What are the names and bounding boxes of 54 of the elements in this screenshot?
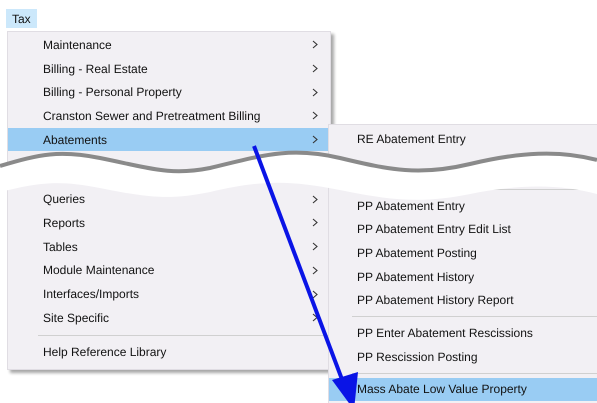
menu-item-label: Help Reference Library <box>43 345 168 360</box>
chevron-right-icon <box>312 111 318 120</box>
chevron-right-icon <box>312 88 318 97</box>
menu-item-label: Module Maintenance <box>43 263 156 278</box>
menu-item[interactable]: Billing - Real Estate <box>8 56 330 80</box>
menu-item-label: RE Abatement Entry <box>357 132 467 146</box>
menu-item-label: Billing - Personal Property <box>43 85 183 100</box>
chevron-right-icon <box>312 194 318 204</box>
menu-item-label: Cranston Sewer and Pretreatment Billing <box>43 108 262 123</box>
menu-item-label: PP Abatement History <box>357 270 476 284</box>
menu-item-label: Abatements <box>43 132 108 147</box>
menu-item-label: PP Rescission Posting <box>357 350 479 364</box>
menu-bar-item[interactable]: Tax <box>6 9 37 28</box>
menu-item-label: Queries <box>43 192 86 206</box>
chevron-right-icon <box>312 40 318 50</box>
menu-item-label: Mass Abate Low Value Property <box>357 382 528 396</box>
chevron-right-icon <box>312 290 318 299</box>
menu-item[interactable]: RE Abatement Entry <box>329 127 597 151</box>
chevron-right-icon <box>312 242 318 252</box>
menu-item[interactable]: Tables <box>8 234 330 258</box>
menu-item-label: PP Abatement Entry Edit List <box>357 222 512 236</box>
menu-item[interactable]: Module Maintenance <box>8 258 330 282</box>
chevron-right-icon <box>312 64 318 74</box>
menu-item-label: PP Enter Abatement Rescissions <box>357 326 534 340</box>
menu-item-label: PP Abatement Entry <box>357 198 466 213</box>
menu-item[interactable]: Reports <box>8 211 330 235</box>
menu-item-label: PP Abatement Posting <box>357 246 478 260</box>
chevron-right-icon <box>312 266 318 275</box>
menu-item[interactable]: PP Abatement Posting <box>329 241 597 265</box>
menu-item[interactable]: Help Reference Library <box>8 340 330 364</box>
menu-item[interactable]: PP Enter Abatement Rescissions <box>329 321 597 345</box>
menu-item-label: Reports <box>43 216 86 230</box>
menu-item[interactable]: PP Abatement Entry <box>329 194 597 218</box>
menu-item[interactable]: Cranston Sewer and Pretreatment Billing <box>8 104 330 128</box>
menu-item[interactable]: PP Rescission Posting <box>329 344 597 368</box>
menu-item-label: PP Abatement History Report <box>357 293 515 308</box>
menu-item[interactable]: Abatements <box>8 128 330 152</box>
menu-item[interactable]: Queries <box>8 187 330 212</box>
menu-item[interactable]: PP Abatement History Report <box>329 288 597 312</box>
menu-item-label: Maintenance <box>43 38 113 52</box>
menu-item-label: Interfaces/Imports <box>43 287 140 302</box>
chevron-right-icon <box>312 218 318 228</box>
menu-item-label: Billing - Real Estate <box>43 62 149 76</box>
menu-item[interactable]: Interfaces/Imports <box>8 282 330 306</box>
menu-item-label: Site Specific <box>43 310 110 325</box>
menu-item[interactable]: Site Specific <box>8 306 330 330</box>
menu-item[interactable]: Maintenance <box>8 33 330 57</box>
chevron-right-icon <box>312 313 318 322</box>
menu-item[interactable]: Mass Abate Low Value Property <box>329 378 597 402</box>
menu-item-label: Tables <box>43 240 79 254</box>
chevron-right-icon <box>312 135 318 144</box>
menu-item[interactable]: PP Abatement History <box>329 264 597 288</box>
menu-item[interactable]: PP Abatement Entry Edit List <box>329 217 597 242</box>
menu-item[interactable]: Billing - Personal Property <box>8 80 330 104</box>
